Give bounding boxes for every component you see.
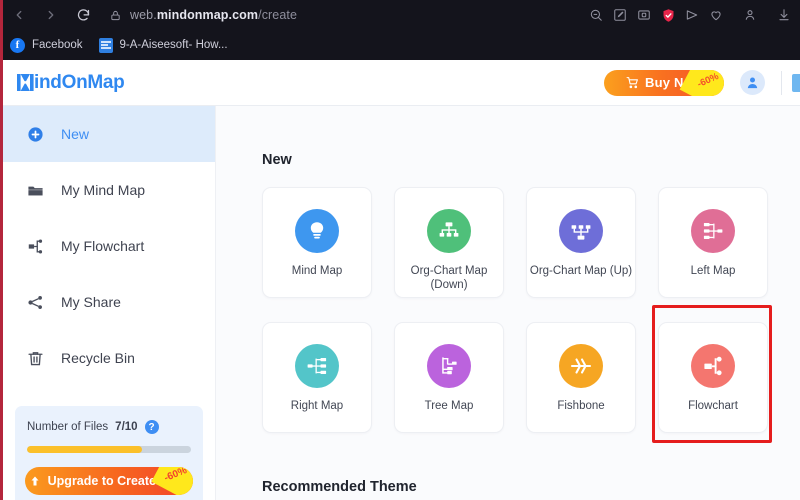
- main-content: New Mind Map Org-Chart Map (Down) Org-Ch…: [216, 106, 800, 500]
- zoom-search-icon[interactable]: [584, 2, 608, 28]
- section-title-recommended-theme: Recommended Theme: [262, 479, 417, 495]
- card-right-map[interactable]: Right Map: [262, 322, 372, 433]
- download-icon[interactable]: [772, 2, 796, 28]
- bookmark-facebook[interactable]: f Facebook: [10, 34, 83, 56]
- sidebar-item-my-share[interactable]: My Share: [3, 274, 215, 330]
- page-edge-strip: [0, 0, 3, 500]
- card-label: Fishbone: [557, 400, 605, 412]
- profile-icon[interactable]: [738, 2, 762, 28]
- flowchart-card-icon: [691, 344, 735, 388]
- file-quota-progress: [27, 446, 191, 453]
- document-icon: [98, 37, 113, 53]
- card-label: Tree Map: [424, 400, 474, 412]
- card-tree-map[interactable]: Tree Map: [394, 322, 504, 433]
- logo-text: indOnMap: [34, 71, 125, 93]
- trash-icon: [25, 350, 45, 367]
- share-nodes-icon: [25, 294, 45, 311]
- user-avatar-icon[interactable]: [740, 70, 765, 95]
- back-icon[interactable]: [6, 2, 32, 28]
- left-map-icon: [691, 209, 735, 253]
- shopping-cart-icon: [626, 76, 639, 89]
- lock-icon: [110, 9, 121, 22]
- up-arrow-icon: [29, 475, 41, 487]
- sidebar-item-recycle-bin[interactable]: Recycle Bin: [3, 330, 215, 386]
- header-divider: [781, 70, 782, 95]
- address-bar[interactable]: web.mindonmap.com/create: [110, 3, 584, 27]
- browser-nav-row: web.mindonmap.com/create: [0, 0, 800, 30]
- mindonmap-logo[interactable]: indOnMap: [17, 71, 125, 94]
- browser-chrome: web.mindonmap.com/create f Facebook 9-A-…: [0, 0, 800, 60]
- shield-check-icon[interactable]: [656, 2, 680, 28]
- edit-markup-icon[interactable]: [608, 2, 632, 28]
- card-label: Left Map: [690, 265, 736, 277]
- header-right-group: -60% Buy Now: [604, 60, 800, 106]
- folder-icon: [25, 182, 45, 199]
- facebook-icon: f: [10, 37, 25, 53]
- section-title-new: New: [262, 152, 292, 168]
- plus-circle-icon: [25, 126, 45, 143]
- card-org-chart-map-down[interactable]: Org-Chart Map (Down): [394, 187, 504, 298]
- url-path: /create: [258, 8, 298, 22]
- fishbone-icon: [559, 344, 603, 388]
- file-quota-panel: Number of Files 7/10 ? -60% Upgrade to C…: [15, 406, 203, 500]
- bookmark-aiseesoft[interactable]: 9-A-Aiseesoft- How...: [98, 34, 228, 56]
- card-label: Mind Map: [291, 265, 343, 277]
- reload-icon[interactable]: [70, 2, 96, 28]
- sidebar-item-label: My Flowchart: [61, 238, 145, 254]
- sidebar-item-label: New: [61, 126, 90, 142]
- sidebar-item-my-flowchart[interactable]: My Flowchart: [3, 218, 215, 274]
- bookmark-label: Facebook: [32, 39, 83, 51]
- send-share-icon[interactable]: [680, 2, 704, 28]
- file-quota-count: 7/10: [115, 421, 138, 433]
- card-label: Org-Chart Map (Up): [529, 265, 633, 277]
- heart-icon[interactable]: [704, 2, 728, 28]
- url-prefix: web.: [130, 8, 157, 22]
- sidebar-item-label: My Share: [61, 294, 121, 310]
- template-card-grid: Mind Map Org-Chart Map (Down) Org-Chart …: [262, 187, 768, 433]
- question-mark-icon[interactable]: ?: [144, 420, 159, 434]
- header-cutoff-element[interactable]: [792, 73, 800, 92]
- card-left-map[interactable]: Left Map: [658, 187, 768, 298]
- sidebar-item-new[interactable]: New: [3, 106, 215, 162]
- card-mind-map[interactable]: Mind Map: [262, 187, 372, 298]
- upgrade-button[interactable]: -60% Upgrade to Create More: [25, 467, 193, 495]
- buy-now-button[interactable]: -60% Buy Now: [604, 69, 724, 96]
- browser-toolbar-icons: [584, 2, 796, 28]
- mind-map-icon: [295, 209, 339, 253]
- logo-m-icon: [17, 73, 34, 92]
- card-org-chart-map-up[interactable]: Org-Chart Map (Up): [526, 187, 636, 298]
- file-quota-label: Number of Files: [27, 421, 109, 433]
- app-root: web.mindonmap.com/create f Facebook 9-A-…: [0, 0, 800, 500]
- sidebar: New My Mind Map My Flowchart My Share Re…: [3, 106, 216, 500]
- card-fishbone[interactable]: Fishbone: [526, 322, 636, 433]
- bookmark-label: 9-A-Aiseesoft- How...: [119, 39, 228, 51]
- card-label: Org-Chart Map (Down): [410, 265, 488, 291]
- flowchart-icon: [25, 238, 45, 255]
- file-quota-progress-fill: [27, 446, 142, 453]
- screenshot-icon[interactable]: [632, 2, 656, 28]
- url-domain: mindonmap.com: [156, 8, 259, 22]
- sidebar-item-label: Recycle Bin: [61, 350, 135, 366]
- app-header: indOnMap -60% Buy Now: [3, 60, 800, 106]
- forward-icon[interactable]: [38, 2, 64, 28]
- bookmarks-bar: f Facebook 9-A-Aiseesoft- How...: [0, 30, 800, 60]
- url-text: web.mindonmap.com/create: [130, 8, 297, 22]
- sidebar-item-my-mind-map[interactable]: My Mind Map: [3, 162, 215, 218]
- file-quota-row: Number of Files 7/10 ?: [27, 420, 191, 434]
- org-chart-up-icon: [559, 209, 603, 253]
- card-label: Right Map: [290, 400, 344, 412]
- sidebar-item-label: My Mind Map: [61, 182, 146, 198]
- tree-map-icon: [427, 344, 471, 388]
- card-flowchart[interactable]: Flowchart: [658, 322, 768, 433]
- card-label: Flowchart: [688, 400, 738, 412]
- org-chart-down-icon: [427, 209, 471, 253]
- right-map-icon: [295, 344, 339, 388]
